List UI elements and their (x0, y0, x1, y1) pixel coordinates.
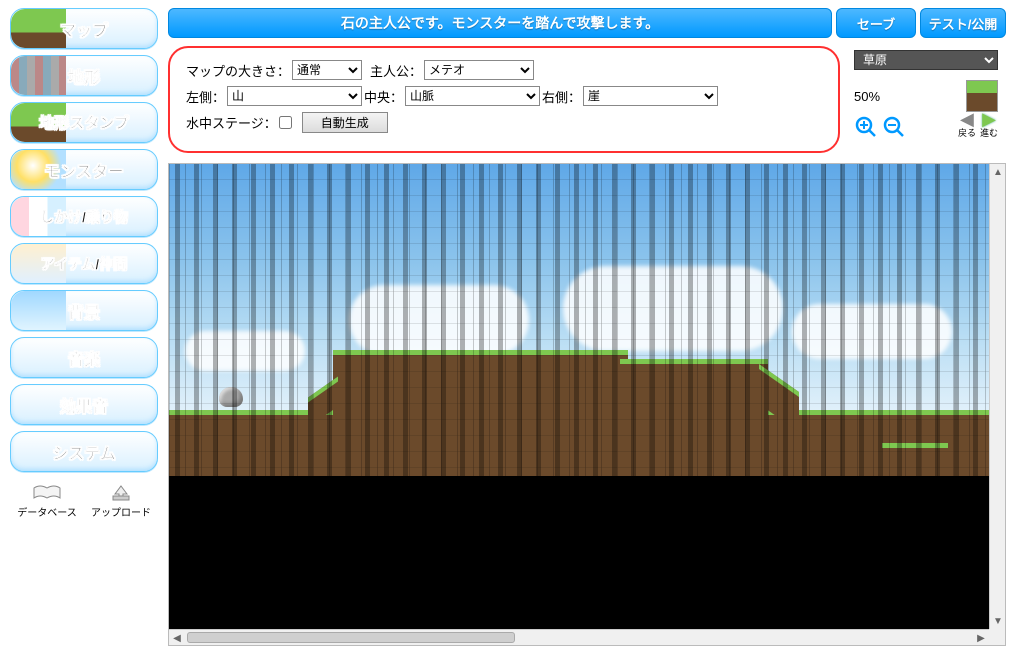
sidebar: マップ 地形 地形スタンプ モンスター しかけ/乗り物 アイテム/仲間 背景 音… (4, 8, 164, 646)
vertical-scrollbar[interactable]: ▲ ▼ (989, 164, 1005, 629)
scroll-left-icon[interactable]: ◀ (169, 630, 185, 646)
config-panel: マップの大きさ： 通常 主人公： メテオ 左側： 山 中央： 山脈 右側： 崖 … (168, 46, 840, 153)
scroll-up-icon[interactable]: ▲ (990, 164, 1006, 180)
terrain-icon (11, 56, 66, 95)
zoom-in-button[interactable] (854, 115, 878, 139)
system-button[interactable]: システム (10, 431, 158, 472)
terrain-stamp-button[interactable]: 地形スタンプ (10, 102, 158, 143)
sidebar-item-label: 地形 (68, 64, 100, 88)
sidebar-item-label: システム (52, 440, 116, 464)
hero-label: 主人公： (370, 61, 422, 80)
map-button[interactable]: マップ (10, 8, 158, 49)
upload-icon (91, 482, 151, 504)
triangle-left-icon: ◀ (958, 112, 976, 126)
underwater-label: 水中ステージ： (186, 113, 277, 132)
music-button[interactable]: 音楽 (10, 337, 158, 378)
underwater-checkbox[interactable] (279, 116, 292, 129)
scroll-right-icon[interactable]: ▶ (973, 630, 989, 646)
map-size-select[interactable]: 通常 (292, 60, 362, 80)
undo-button[interactable]: ◀ 戻る (958, 112, 976, 139)
bg-icon (11, 291, 66, 330)
scroll-down-icon[interactable]: ▼ (990, 613, 1006, 629)
sidebar-item-label: 効果音 (60, 393, 108, 417)
tileset-select[interactable]: 草原 (854, 50, 998, 70)
undo-label: 戻る (958, 126, 976, 139)
sidebar-item-label: しかけ/乗り物 (40, 207, 128, 227)
sidebar-item-label: アイテム/仲間 (41, 254, 128, 274)
tile-swatch[interactable] (966, 80, 998, 112)
sidebar-item-label: マップ (60, 17, 108, 41)
config-row: マップの大きさ： 通常 主人公： メテオ 左側： 山 中央： 山脈 右側： 崖 … (168, 46, 1006, 153)
sfx-button[interactable]: 効果音 (10, 384, 158, 425)
player-sprite[interactable] (219, 387, 243, 407)
map-size-label: マップの大きさ： (186, 61, 290, 80)
database-button[interactable]: データベース (17, 482, 77, 519)
sidebar-footer: データベース アップロード (10, 482, 158, 519)
topbar: 石の主人公です。モンスターを踏んで攻撃します。 セーブ テスト/公開 (168, 8, 1006, 38)
upload-button[interactable]: アップロード (91, 482, 151, 519)
redo-button[interactable]: ▶ 進む (980, 112, 998, 139)
sidebar-item-label: モンスター (44, 158, 124, 182)
hint-message: 石の主人公です。モンスターを踏んで攻撃します。 (168, 8, 832, 38)
triangle-right-icon: ▶ (980, 112, 998, 126)
void-layer (169, 476, 989, 629)
sidebar-item-label: 地形スタンプ (39, 112, 129, 133)
left-select[interactable]: 山 (227, 86, 362, 106)
zoom-out-button[interactable] (882, 115, 906, 139)
save-button[interactable]: セーブ (836, 8, 916, 38)
monster-button[interactable]: モンスター (10, 149, 158, 190)
scroll-thumb[interactable] (187, 632, 515, 643)
background-button[interactable]: 背景 (10, 290, 158, 331)
map-canvas[interactable]: ▲ ▼ ◀ ▶ (168, 163, 1006, 646)
test-publish-button[interactable]: テスト/公開 (920, 8, 1006, 38)
center-select[interactable]: 山脈 (405, 86, 540, 106)
sidebar-item-label: 背景 (68, 299, 100, 323)
database-label: データベース (17, 504, 77, 519)
sidebar-item-label: 音楽 (68, 346, 100, 370)
terrain-button[interactable]: 地形 (10, 55, 158, 96)
hero-select[interactable]: メテオ (424, 60, 534, 80)
tileset-panel: 草原 50% ◀ 戻る (846, 46, 1006, 153)
right-label: 右側： (542, 87, 581, 106)
autogen-button[interactable]: 自動生成 (302, 112, 388, 133)
map-icon (11, 9, 66, 48)
item-ally-button[interactable]: アイテム/仲間 (10, 243, 158, 284)
book-icon (17, 482, 77, 504)
redo-label: 進む (980, 126, 998, 139)
scroll-corner (989, 629, 1005, 645)
horizontal-scrollbar[interactable]: ◀ ▶ (169, 629, 989, 645)
main-area: 石の主人公です。モンスターを踏んで攻撃します。 セーブ テスト/公開 マップの大… (164, 8, 1006, 646)
center-label: 中央： (364, 87, 403, 106)
left-label: 左側： (186, 87, 225, 106)
upload-label: アップロード (91, 504, 151, 519)
trick-vehicle-button[interactable]: しかけ/乗り物 (10, 196, 158, 237)
zoom-percent: 50% (854, 89, 962, 104)
canvas-viewport[interactable] (169, 164, 989, 629)
right-select[interactable]: 崖 (583, 86, 718, 106)
app-root: マップ 地形 地形スタンプ モンスター しかけ/乗り物 アイテム/仲間 背景 音… (0, 0, 1010, 650)
